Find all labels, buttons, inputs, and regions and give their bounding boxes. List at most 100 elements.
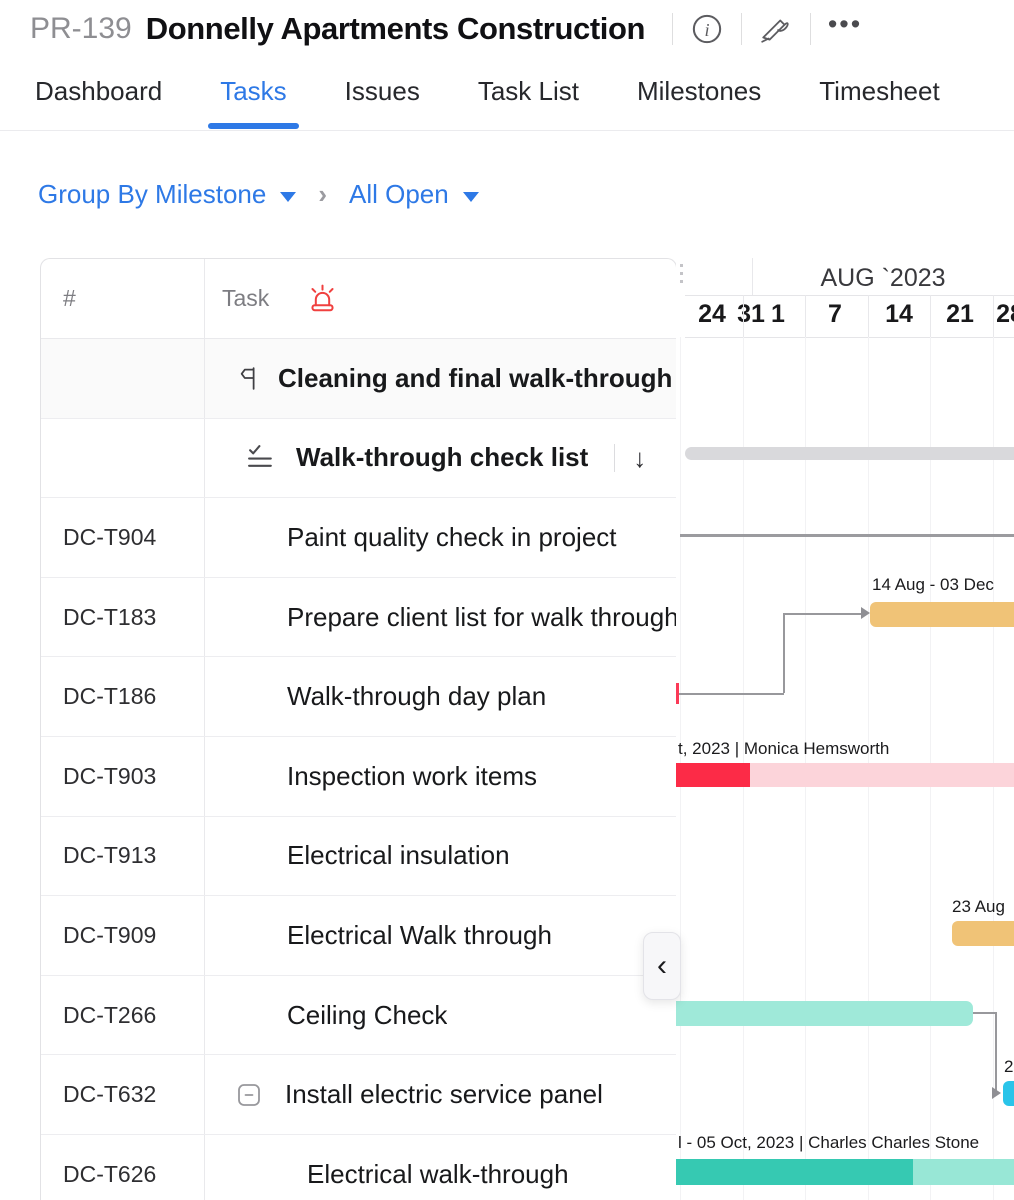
task-name: Walk-through day plan [287, 681, 546, 712]
parent-task-row[interactable]: DC-T632 Install electric service panel [41, 1055, 676, 1135]
chevron-down-icon [463, 192, 479, 202]
task-id-cell [41, 339, 205, 418]
bar-date-label: 2 [1004, 1057, 1013, 1077]
task-bar-dc-t626[interactable] [913, 1159, 1014, 1185]
gantt-header-line [685, 295, 1014, 296]
task-bar-dc-t909[interactable] [952, 921, 1014, 946]
task-name: Electrical walk-through [307, 1159, 569, 1190]
tab-issues[interactable]: Issues [345, 76, 420, 129]
collapse-table-button[interactable]: ‹ [643, 932, 681, 1000]
task-row[interactable]: DC-T909 Electrical Walk through [41, 896, 676, 976]
task-bar-dc-t183[interactable] [870, 602, 1014, 627]
task-bar-dc-t186[interactable] [676, 683, 679, 704]
project-gantt-page: PR-139 Donnelly Apartments Construction … [0, 0, 1014, 1200]
task-id-cell: DC-T266 [41, 976, 205, 1055]
page-title: Donnelly Apartments Construction [146, 11, 645, 47]
table-header-row: # Task [41, 259, 676, 339]
task-id-cell: DC-T909 [41, 896, 205, 975]
task-name: Paint quality check in project [287, 522, 617, 553]
task-name: Install electric service panel [285, 1079, 603, 1110]
dependency-line [783, 614, 785, 693]
dependency-arrow-icon [861, 607, 870, 619]
task-row[interactable]: DC-T913 Electrical insulation [41, 817, 676, 897]
tasklist-row[interactable]: Walk-through check list ↓ [41, 419, 676, 499]
task-bar-dc-t632[interactable] [1003, 1081, 1014, 1106]
task-id-cell: DC-T186 [41, 657, 205, 736]
gantt-week-date: 7 [828, 300, 842, 329]
task-bar-dc-t266[interactable] [676, 1001, 973, 1026]
gantt-week-date: 28 [996, 300, 1014, 329]
week-gridline [743, 295, 744, 337]
task-name: Ceiling Check [287, 1000, 447, 1031]
gantt-header-line [685, 337, 1014, 338]
task-name: Prepare client list for walk through [287, 602, 676, 633]
bar-date-label: 14 Aug - 03 Dec [872, 575, 994, 595]
group-by-dropdown[interactable]: Group By Milestone [38, 179, 296, 210]
jump-to-bar-icon[interactable]: ↓ [633, 445, 646, 471]
task-name: Electrical Walk through [287, 920, 552, 951]
column-resize-handle-icon[interactable] [680, 264, 683, 286]
task-name: Inspection work items [287, 761, 537, 792]
task-id-cell: DC-T903 [41, 737, 205, 816]
week-gridline [993, 295, 994, 337]
task-bar-dc-t903-progress[interactable] [676, 763, 750, 787]
gantt-week-date: 14 [885, 300, 913, 329]
dependency-arrow-icon [992, 1087, 1001, 1099]
dependency-line [678, 693, 784, 695]
tasklist-summary-bar[interactable] [685, 447, 1014, 460]
group-by-label: Group By Milestone [38, 179, 266, 210]
divider [614, 444, 615, 472]
gantt-week-date: 21 [946, 300, 974, 329]
tab-task-list[interactable]: Task List [478, 76, 579, 129]
gantt-month-label: AUG `2023 [752, 264, 1014, 293]
task-row[interactable]: DC-T904 Paint quality check in project [41, 498, 676, 578]
dependency-line [973, 1012, 997, 1014]
task-row[interactable]: DC-T266 Ceiling Check [41, 976, 676, 1056]
status-filter-label: All Open [349, 179, 449, 210]
task-row[interactable]: DC-T903 Inspection work items [41, 737, 676, 817]
task-id-cell: DC-T913 [41, 817, 205, 896]
task-id-cell: DC-T632 [41, 1055, 205, 1134]
month-divider [752, 258, 753, 295]
gantt-week-date: 31 [737, 300, 765, 329]
tab-tasks[interactable]: Tasks [220, 76, 286, 129]
task-id-cell: DC-T183 [41, 578, 205, 657]
tasklist-checklist-icon [247, 444, 276, 471]
task-table: # Task [40, 258, 677, 1200]
header-actions: i ••• [657, 10, 864, 48]
alarm-siren-icon[interactable] [309, 284, 336, 313]
milestone-row[interactable]: Cleaning and final walk-through [41, 339, 676, 419]
task-id-cell [41, 419, 205, 498]
bar-date-label: t, 2023 | Monica Hemsworth [678, 739, 889, 759]
task-bar-dc-t903[interactable] [750, 763, 1014, 787]
divider [0, 130, 1014, 131]
gantt-week-date: 24 [698, 300, 726, 329]
task-row[interactable]: DC-T183 Prepare client list for walk thr… [41, 578, 676, 658]
divider [672, 13, 673, 45]
dependency-line [995, 1012, 997, 1093]
task-bar-dc-t626-progress[interactable] [676, 1159, 913, 1185]
signature-pen-icon[interactable] [757, 10, 795, 48]
project-id: PR-139 [30, 12, 132, 46]
status-filter-dropdown[interactable]: All Open [349, 179, 479, 210]
task-name: Electrical insulation [287, 840, 510, 871]
tab-milestones[interactable]: Milestones [637, 76, 761, 129]
task-id-cell: DC-T904 [41, 498, 205, 577]
filter-bar: Group By Milestone › All Open [38, 179, 479, 210]
week-gridline [930, 295, 931, 337]
tab-timesheet[interactable]: Timesheet [819, 76, 939, 129]
week-gridline [805, 295, 806, 337]
column-header-task: Task [222, 285, 269, 312]
bar-date-label: l - 05 Oct, 2023 | Charles Charles Stone [678, 1133, 979, 1153]
subtask-row[interactable]: DC-T626 Electrical walk-through [41, 1135, 676, 1200]
milestone-name: Cleaning and final walk-through [278, 363, 672, 394]
task-row[interactable]: DC-T186 Walk-through day plan [41, 657, 676, 737]
collapse-subtasks-icon[interactable] [237, 1083, 261, 1107]
info-icon[interactable]: i [688, 10, 726, 48]
chevron-left-icon: ‹ [657, 949, 667, 983]
week-gridline [868, 295, 869, 337]
dependency-line [783, 613, 861, 615]
task-id-cell: DC-T626 [41, 1135, 205, 1200]
tab-dashboard[interactable]: Dashboard [35, 76, 162, 129]
more-options-icon[interactable]: ••• [826, 10, 864, 48]
